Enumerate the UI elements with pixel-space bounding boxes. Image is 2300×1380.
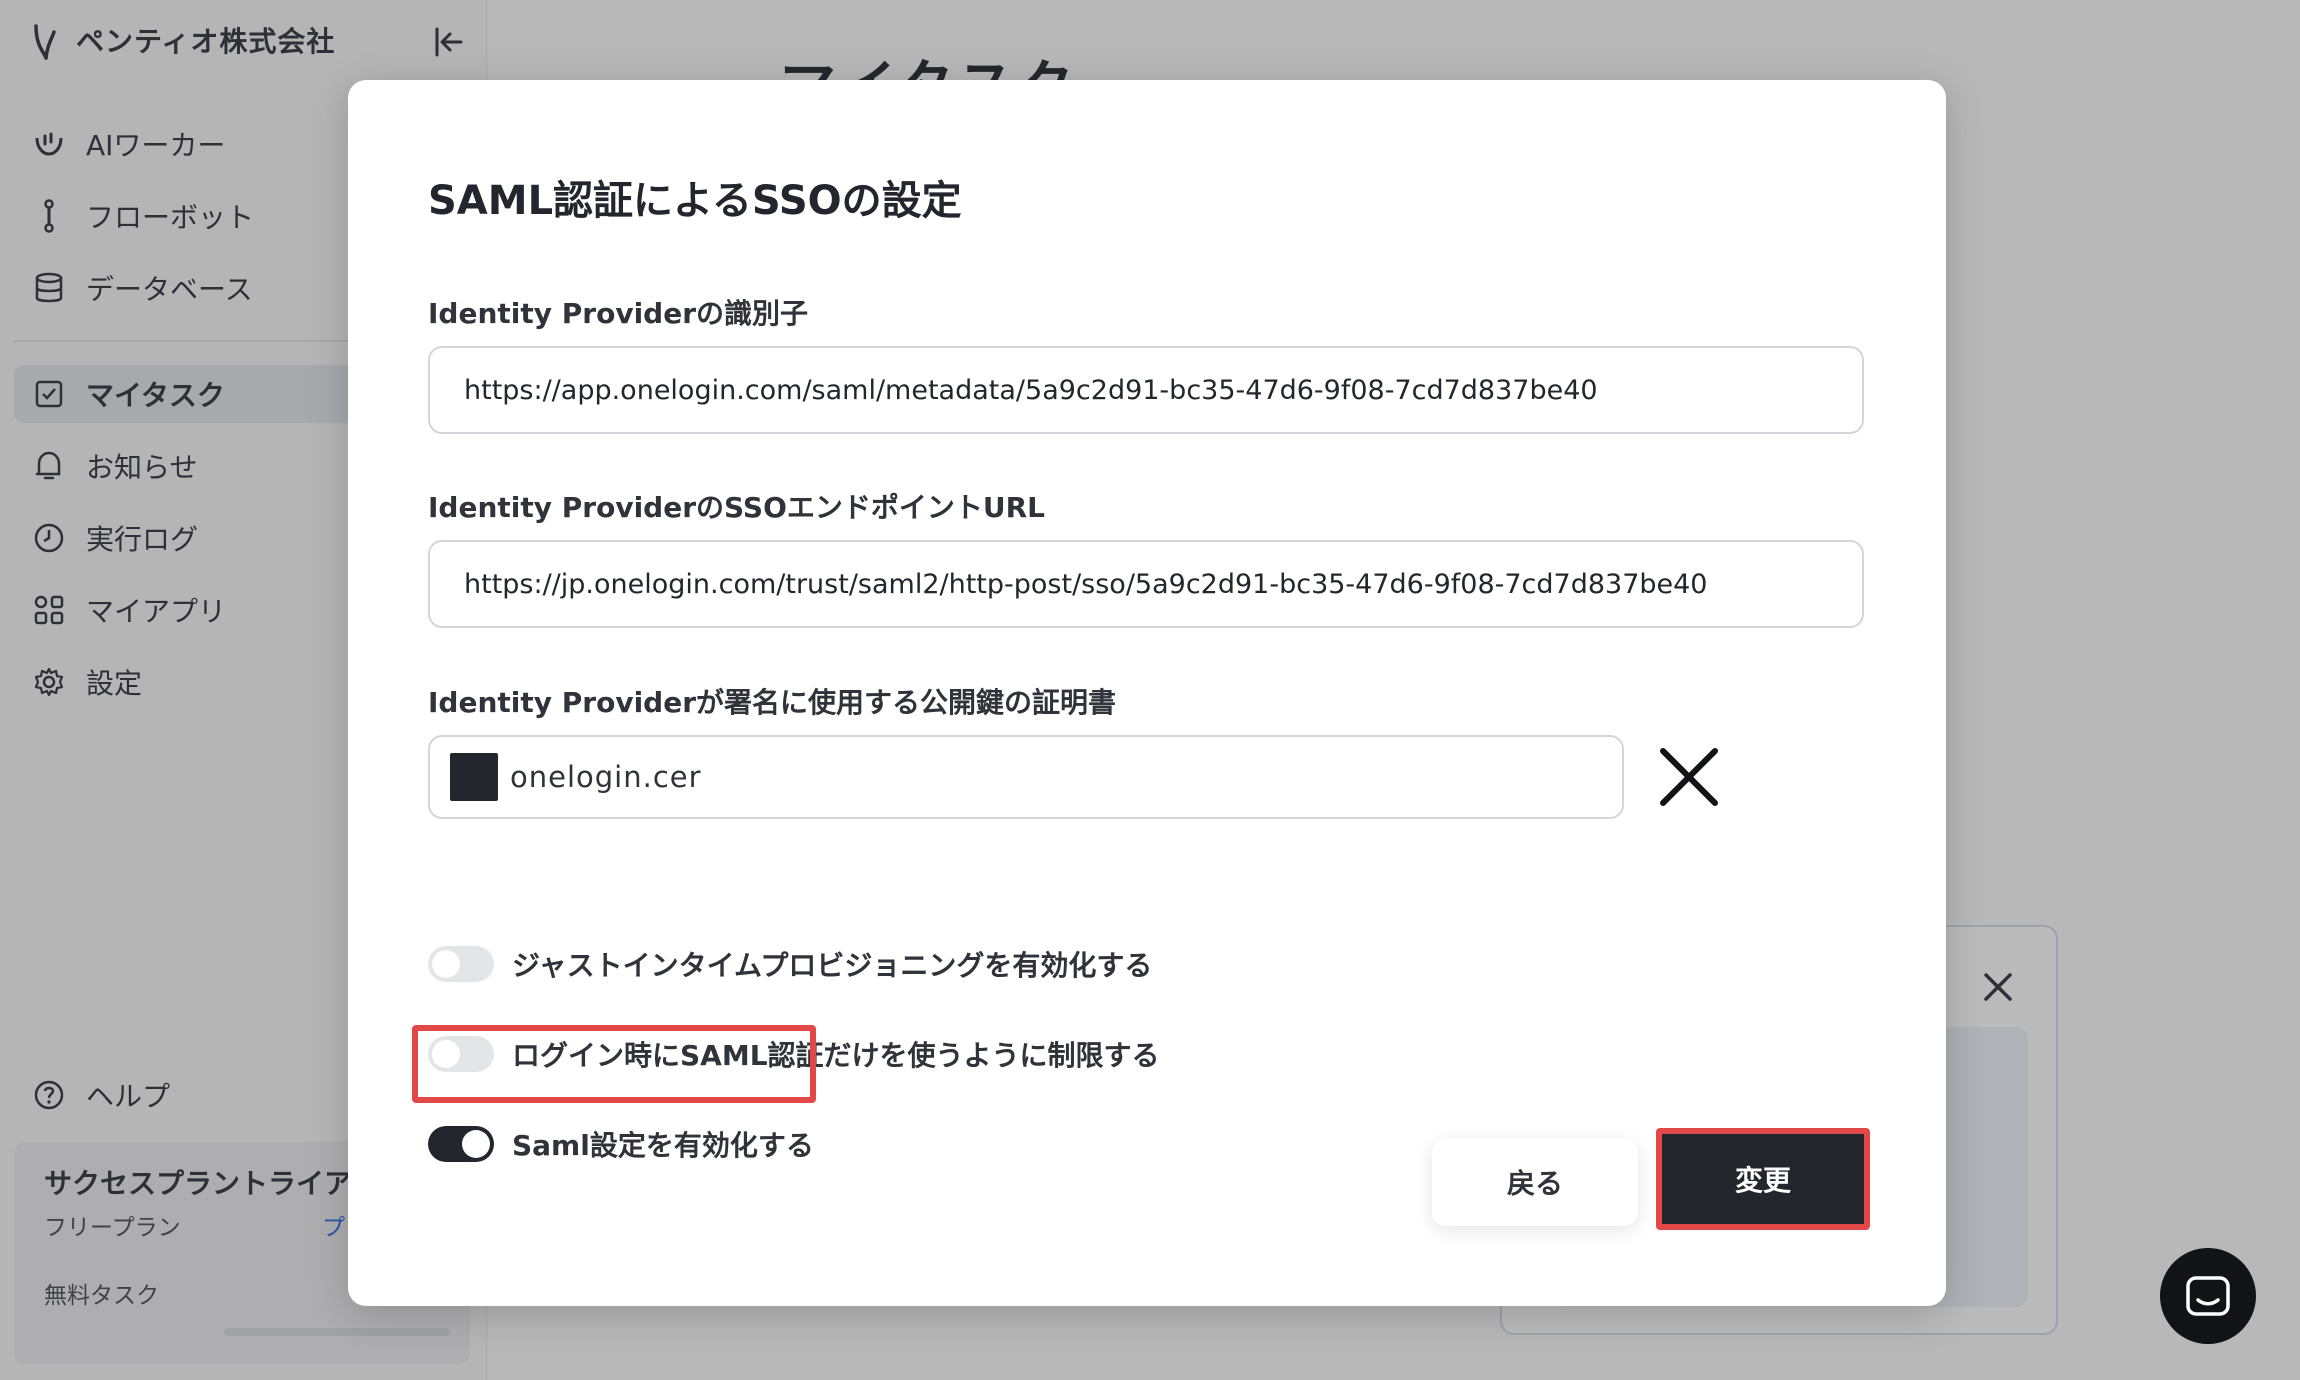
toggle-row-saml-enable: Saml設定を有効化する xyxy=(428,1114,814,1174)
saml-enable-label: Saml設定を有効化する xyxy=(512,1129,814,1162)
chat-launcher-button[interactable] xyxy=(2160,1248,2256,1344)
modal-title: SAML認証によるSSOの設定 xyxy=(428,178,962,224)
change-button[interactable]: 変更 xyxy=(1662,1134,1864,1224)
highlight-box xyxy=(412,1025,816,1103)
saml-sso-modal: SAML認証によるSSOの設定 Identity Providerの識別子 Id… xyxy=(348,80,1946,1306)
chat-icon xyxy=(2186,1276,2230,1316)
toggle-row-jit-provisioning: ジャストインタイムプロビジョニングを有効化する xyxy=(428,934,1152,994)
saml-enable-toggle[interactable] xyxy=(428,1126,494,1162)
idp-identifier-label: Identity Providerの識別子 xyxy=(428,297,809,330)
sso-url-label: Identity ProviderのSSOエンドポイントURL xyxy=(428,491,1046,524)
sso-url-input[interactable] xyxy=(428,540,1864,628)
remove-file-button[interactable] xyxy=(1654,742,1724,812)
toggle-knob xyxy=(462,1130,490,1158)
file-icon xyxy=(450,753,498,801)
certificate-file-name: onelogin.cer xyxy=(510,760,702,794)
submit-highlight-box: 変更 xyxy=(1656,1128,1870,1230)
jit-provisioning-label: ジャストインタイムプロビジョニングを有効化する xyxy=(512,949,1153,982)
idp-identifier-input[interactable] xyxy=(428,346,1864,434)
close-icon xyxy=(1660,748,1718,806)
certificate-file-field[interactable]: onelogin.cer xyxy=(428,735,1624,819)
jit-provisioning-toggle[interactable] xyxy=(428,946,494,982)
certificate-label: Identity Providerが署名に使用する公開鍵の証明書 xyxy=(428,686,1117,719)
toggle-knob xyxy=(432,950,460,978)
back-button[interactable]: 戻る xyxy=(1432,1138,1638,1226)
